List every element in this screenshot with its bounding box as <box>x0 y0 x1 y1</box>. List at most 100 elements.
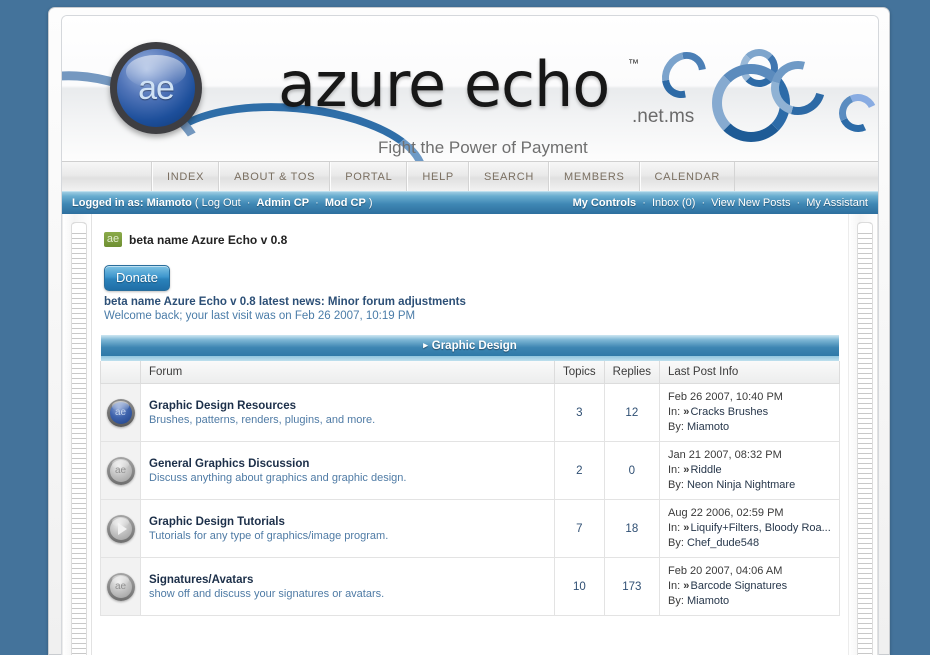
current-username: Miamoto <box>146 197 192 209</box>
play-triangle-icon <box>117 522 127 535</box>
last-post-author-link[interactable]: Miamoto <box>687 421 729 433</box>
forum-replies-count: 18 <box>603 499 661 558</box>
last-post-author-line: By: Miamoto <box>668 420 831 435</box>
forum-info-cell: General Graphics Discussion Discuss anyt… <box>139 441 556 500</box>
forum-icon-new[interactable]: ae <box>106 398 135 427</box>
view-new-posts-link[interactable]: View New Posts <box>711 197 790 209</box>
my-assistant-link[interactable]: My Assistant <box>806 197 868 209</box>
forum-last-post-cell: Feb 26 2007, 10:40 PM In: » Cracks Brush… <box>659 383 840 442</box>
nav-item-help[interactable]: HELP <box>407 162 469 191</box>
last-post-date: Feb 20 2007, 04:06 AM <box>668 565 783 577</box>
inbox-link[interactable]: Inbox (0) <box>652 197 695 209</box>
forum-table-body: ae Graphic Design Resources Brushes, pat… <box>100 383 840 616</box>
forum-list-table: Forum Topics Replies Last Post Info ae G… <box>100 361 840 616</box>
forum-status-cell: ae <box>100 441 141 500</box>
mod-cp-link[interactable]: Mod CP <box>325 197 366 209</box>
forum-description: Discuss anything about graphics and grap… <box>149 471 407 484</box>
site-wordmark: azure echo <box>278 48 610 121</box>
browser-window-frame: ae azure echo ™ .net.ms Fight the Power … <box>48 7 890 655</box>
nav-leading-spacer <box>70 162 152 191</box>
nav-item-label: CALENDAR <box>654 170 721 183</box>
donate-button[interactable]: Donate <box>104 265 170 291</box>
decorative-ring-icon-5 <box>833 88 878 138</box>
admin-cp-link[interactable]: Admin CP <box>257 197 310 209</box>
last-post-author-link[interactable]: Miamoto <box>687 595 729 607</box>
last-post-author-link[interactable]: Neon Ninja Nightmare <box>687 479 795 491</box>
table-row: Graphic Design Tutorials Tutorials for a… <box>100 499 840 558</box>
category-header-bar[interactable]: ▸ Graphic Design <box>100 334 840 356</box>
column-header-replies: Replies <box>603 361 661 384</box>
last-post-date: Aug 22 2006, 02:59 PM <box>668 507 784 519</box>
last-post-in-label: In: <box>668 580 681 592</box>
last-post-topic-link[interactable]: Barcode Signatures <box>690 580 787 592</box>
nav-item-label: PORTAL <box>345 170 393 183</box>
right-ruler-decoration <box>848 214 878 655</box>
left-ruler-decoration <box>62 214 92 655</box>
column-header-icon <box>100 361 141 384</box>
decorative-ring-icon-1 <box>653 43 715 107</box>
category-name: Graphic Design <box>431 339 517 352</box>
forum-link[interactable]: General Graphics Discussion <box>149 458 546 470</box>
nav-item-portal[interactable]: PORTAL <box>330 162 408 191</box>
logo-orb-label: ae <box>138 68 175 107</box>
forum-link[interactable]: Signatures/Avatars <box>149 574 546 586</box>
forum-topics-count: 7 <box>554 499 605 558</box>
last-post-in-label: In: <box>668 522 681 534</box>
last-post-topic-link[interactable]: Liquify+Filters, Bloody Roa... <box>690 522 830 534</box>
forum-topics-count: 2 <box>554 441 605 500</box>
forum-last-post-cell: Jan 21 2007, 08:32 PM In: » Riddle By: N… <box>659 441 840 500</box>
forum-description: Brushes, patterns, renders, plugins, and… <box>149 413 376 426</box>
main-content: ae beta name Azure Echo v 0.8 Donate bet… <box>92 214 848 655</box>
logout-link[interactable]: Log Out <box>202 197 241 209</box>
table-row: ae Graphic Design Resources Brushes, pat… <box>100 383 840 442</box>
nav-item-label: INDEX <box>167 170 205 183</box>
double-chevron-icon: » <box>683 406 689 418</box>
forum-icon-glyph: ae <box>109 575 132 598</box>
table-row: ae General Graphics Discussion Discuss a… <box>100 441 840 500</box>
forum-replies-count: 173 <box>603 557 661 616</box>
forum-link[interactable]: Graphic Design Resources <box>149 400 546 412</box>
separator-dot: · <box>701 197 706 209</box>
forum-topics-count: 3 <box>554 383 605 442</box>
last-post-by-label: By: <box>668 421 684 433</box>
forum-table-head: Forum Topics Replies Last Post Info <box>100 361 840 384</box>
site-logo-orb[interactable]: ae <box>110 42 202 134</box>
site-domain-suffix: .net.ms <box>632 106 695 127</box>
forum-icon-redirect[interactable] <box>106 514 135 543</box>
category-block: ▸ Graphic Design Forum Topics Replies La… <box>100 334 840 616</box>
last-post-author-link[interactable]: Chef_dude548 <box>687 537 759 549</box>
double-chevron-icon: » <box>683 522 689 534</box>
last-post-topic-link[interactable]: Cracks Brushes <box>690 406 768 418</box>
forum-info-cell: Graphic Design Resources Brushes, patter… <box>139 383 556 442</box>
forum-icon-read[interactable]: ae <box>106 572 135 601</box>
forum-info-cell: Signatures/Avatars show off and discuss … <box>139 557 556 616</box>
nav-item-members[interactable]: MEMBERS <box>548 162 640 191</box>
last-post-topic-line: In: » Cracks Brushes <box>668 405 831 420</box>
nav-item-index[interactable]: INDEX <box>152 162 220 191</box>
last-post-topic-link[interactable]: Riddle <box>690 464 721 476</box>
forum-link[interactable]: Graphic Design Tutorials <box>149 516 546 528</box>
double-chevron-icon: » <box>683 464 689 476</box>
forum-description: Tutorials for any type of graphics/image… <box>149 529 389 542</box>
board-badge-icon: ae <box>104 232 122 247</box>
nav-item-label: SEARCH <box>483 170 534 183</box>
last-post-by-label: By: <box>668 479 684 491</box>
forum-icon-read[interactable]: ae <box>106 456 135 485</box>
forum-info-cell: Graphic Design Tutorials Tutorials for a… <box>139 499 556 558</box>
nav-item-search[interactable]: SEARCH <box>468 162 549 191</box>
chevron-right-icon: ▸ <box>423 340 428 350</box>
my-controls-link[interactable]: My Controls <box>573 197 637 209</box>
last-post-topic-line: In: » Liquify+Filters, Bloody Roa... <box>668 521 831 536</box>
separator-dot: · <box>246 197 251 209</box>
forum-icon-inner <box>109 517 132 540</box>
nav-item-about-tos[interactable]: ABOUT & TOS <box>219 162 331 191</box>
main-navigation: INDEX ABOUT & TOS PORTAL HELP SEARCH MEM… <box>62 161 878 191</box>
site-banner: ae azure echo ™ .net.ms Fight the Power … <box>62 16 878 161</box>
page-body: ae beta name Azure Echo v 0.8 Donate bet… <box>62 214 878 655</box>
nav-item-calendar[interactable]: CALENDAR <box>639 162 736 191</box>
last-post-in-label: In: <box>668 406 681 418</box>
forum-description: show off and discuss your signatures or … <box>149 587 385 600</box>
forum-replies-count: 12 <box>603 383 661 442</box>
ruler-strip-icon <box>857 222 873 655</box>
forum-status-cell: ae <box>100 383 141 442</box>
